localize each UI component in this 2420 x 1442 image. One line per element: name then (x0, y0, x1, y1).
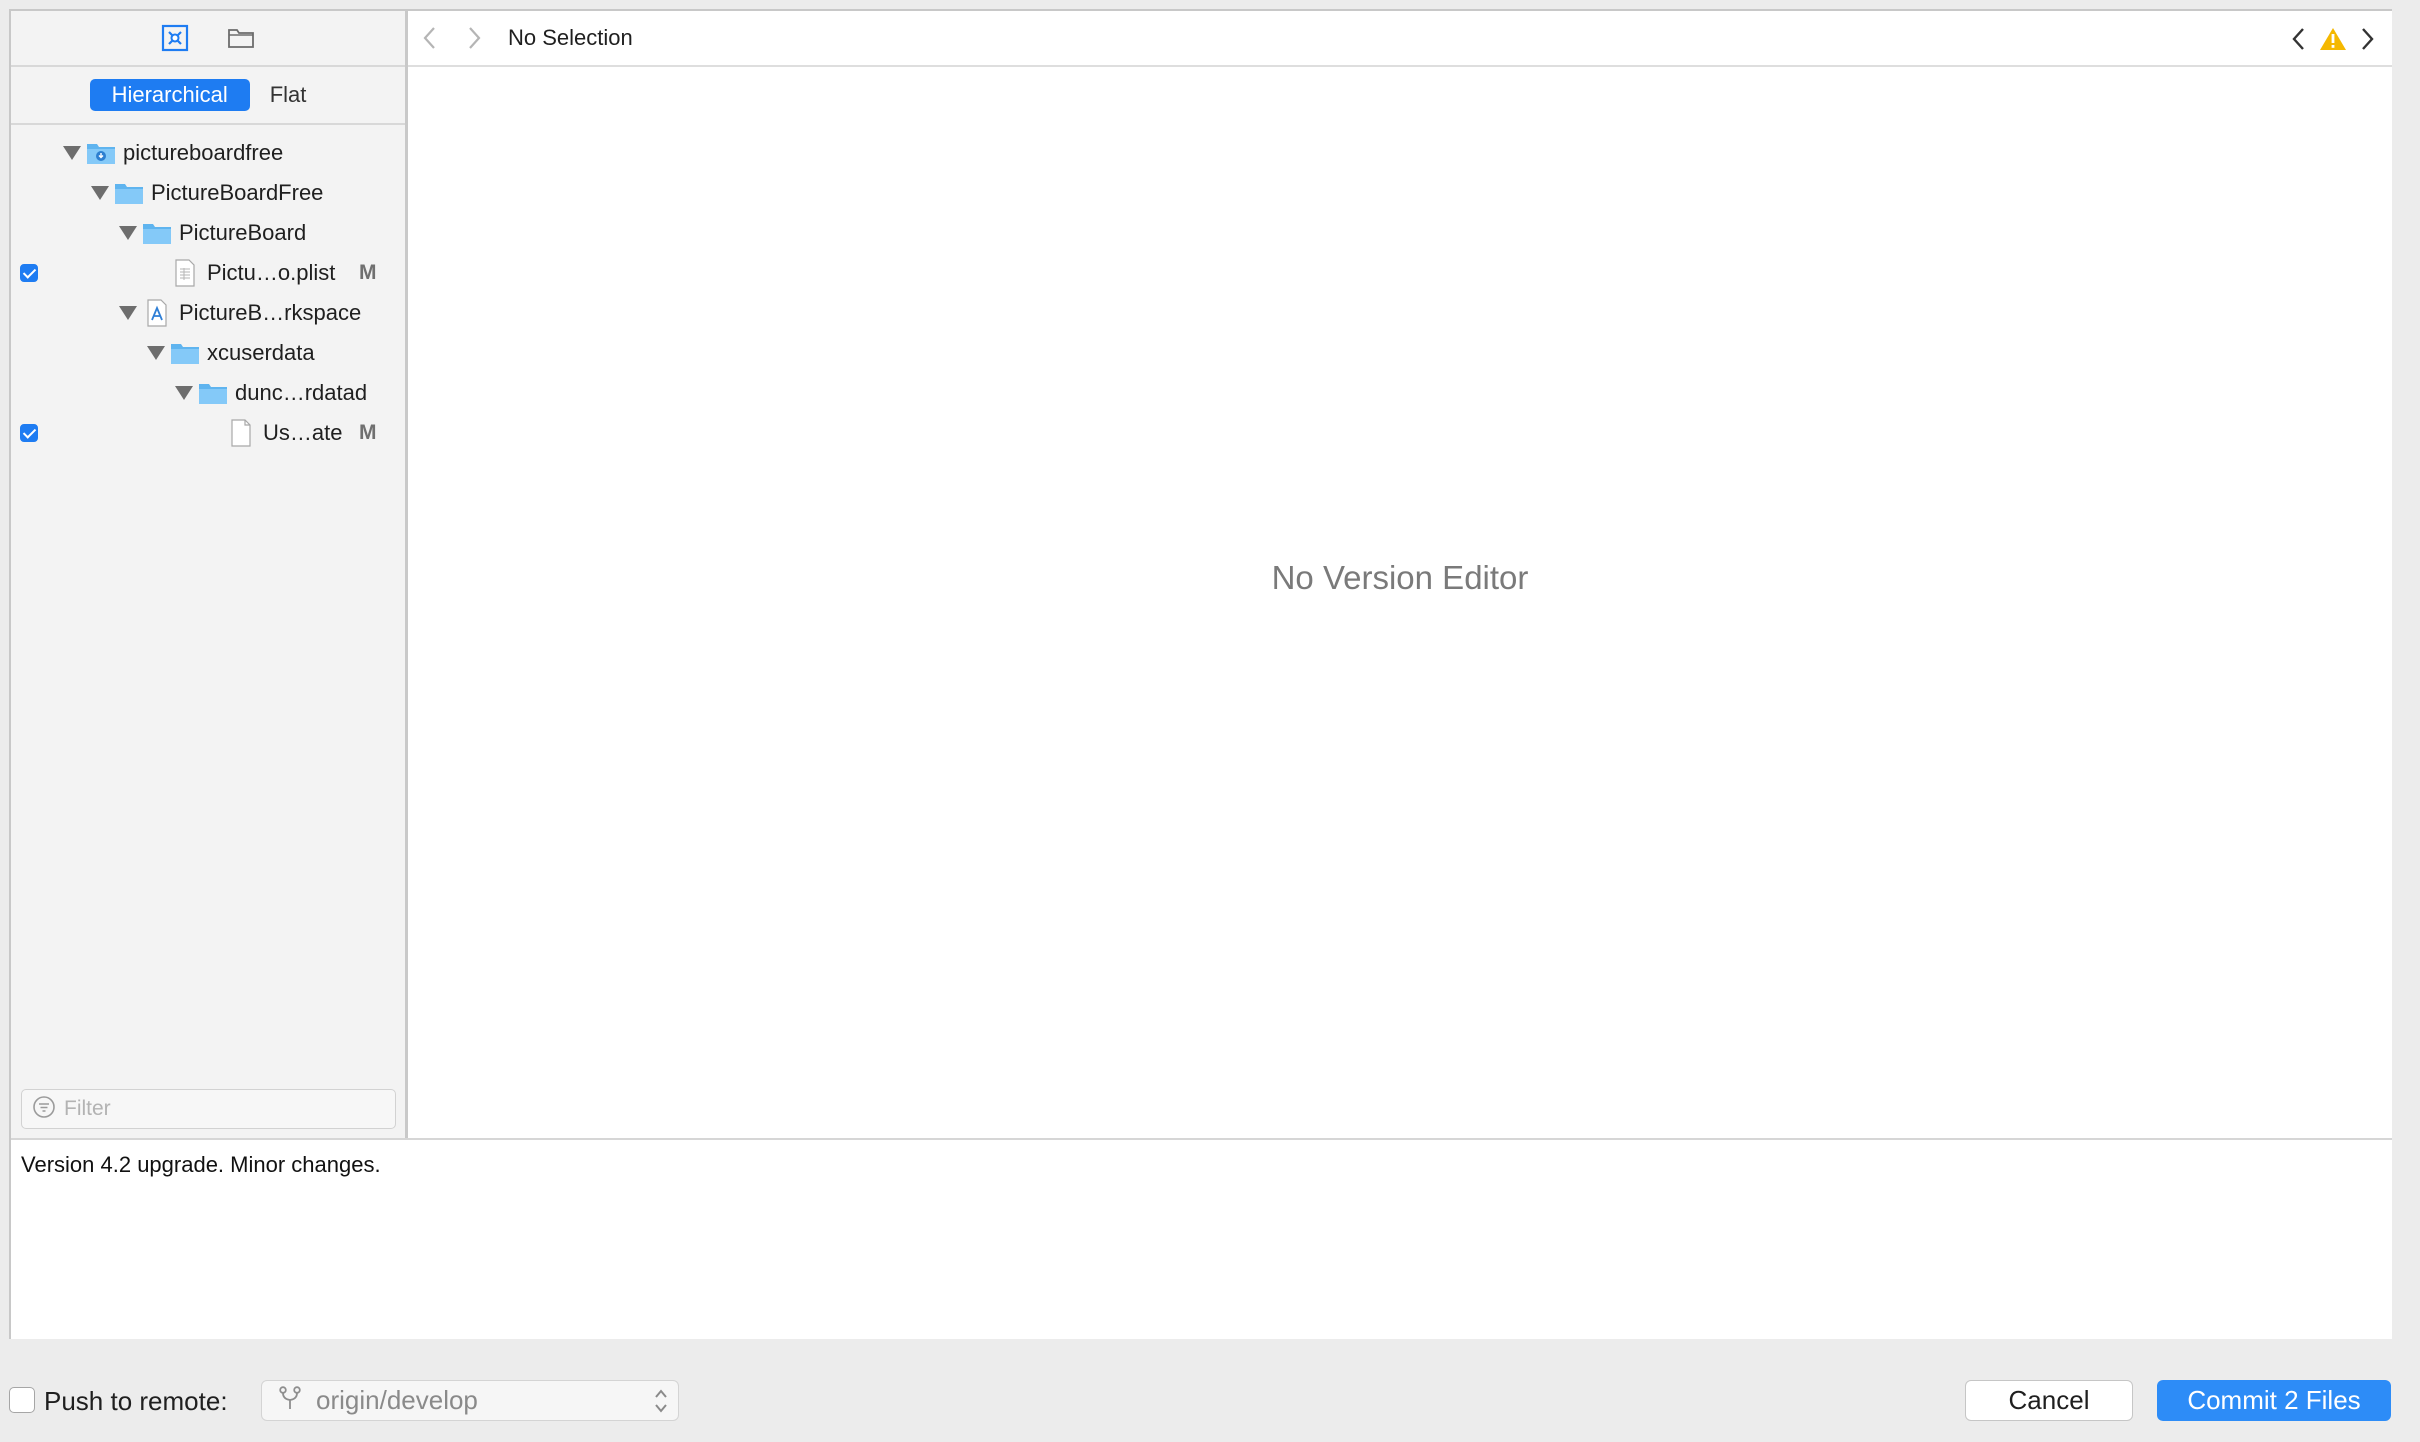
popup-chevrons-icon (652, 1386, 670, 1421)
project-folder-icon (85, 139, 117, 167)
modified-badge: M (359, 421, 377, 444)
tree-item-label: PictureB…rkspace (179, 300, 362, 325)
commit-actions-bar: Push to remote: origin/develop Cancel Co… (0, 1339, 2420, 1442)
branch-name: origin/develop (316, 1385, 478, 1415)
tree-row-4[interactable]: PictureB…rkspace (11, 293, 405, 333)
filter-field[interactable] (21, 1089, 396, 1129)
tree-row-6[interactable]: dunc…rdatad (11, 373, 405, 413)
tree-item-label: PictureBoardFree (151, 180, 324, 205)
include-file-checkbox[interactable] (20, 424, 38, 442)
version-editor-pane: No Selection No Version Editor (408, 11, 2392, 1138)
file-tree: pictureboardfree PictureBoardFree PictureB… (11, 125, 405, 453)
commit-sheet: Hierarchical Flat pictureboardfree Pictur… (9, 9, 2392, 1339)
file-navigator: Hierarchical Flat pictureboardfree Pictur… (11, 11, 408, 1138)
push-to-remote-label: Push to remote: (44, 1386, 228, 1416)
tree-item-label: xcuserdata (207, 340, 315, 365)
view-mode-row: Hierarchical Flat (11, 67, 405, 125)
disclosure-triangle-icon[interactable] (115, 213, 141, 253)
tree-row-2[interactable]: PictureBoard (11, 213, 405, 253)
tree-item-label: Us…ate (263, 420, 343, 445)
folder-icon (141, 219, 173, 247)
jump-bar: No Selection (408, 11, 2392, 67)
file-icon (225, 419, 257, 447)
issue-navigation (2284, 11, 2382, 67)
workspace-icon (141, 299, 173, 327)
commit-button[interactable]: Commit 2 Files (2157, 1380, 2391, 1421)
hierarchical-segment[interactable]: Hierarchical (89, 79, 250, 111)
tree-item-label: PictureBoard (179, 220, 307, 245)
cancel-button[interactable]: Cancel (1965, 1380, 2133, 1421)
forward-button[interactable] (452, 10, 496, 66)
filter-icon (32, 1095, 56, 1124)
modified-badge: M (359, 261, 377, 284)
jump-bar-title: No Selection (508, 25, 633, 50)
remote-branch-popup[interactable]: origin/develop (261, 1380, 679, 1421)
tree-row-0[interactable]: pictureboardfree (11, 133, 405, 173)
commit-message-text[interactable]: Version 4.2 upgrade. Minor changes. (11, 1138, 2392, 1339)
disclosure-triangle-icon[interactable] (115, 293, 141, 333)
tree-item-label: Pictu…o.plist (207, 260, 336, 285)
tree-row-3[interactable]: Pictu…o.plist M (11, 253, 405, 293)
view-mode-control: Hierarchical Flat (89, 79, 327, 111)
branch-icon (276, 1384, 304, 1417)
plist-file-icon (169, 259, 201, 287)
folder-icon (113, 179, 145, 207)
tree-row-5[interactable]: xcuserdata (11, 333, 405, 373)
back-button[interactable] (408, 10, 452, 66)
flat-segment[interactable]: Flat (250, 79, 327, 111)
previous-issue-button[interactable] (2284, 11, 2314, 67)
next-issue-button[interactable] (2352, 11, 2382, 67)
include-file-checkbox[interactable] (20, 264, 38, 282)
tree-item-label: dunc…rdatad (235, 380, 368, 405)
folder-navigator-icon[interactable] (226, 23, 256, 53)
disclosure-triangle-icon[interactable] (87, 173, 113, 213)
warning-icon[interactable] (2318, 11, 2348, 67)
tree-row-1[interactable]: PictureBoardFree (11, 173, 405, 213)
no-version-editor-label: No Version Editor (1271, 559, 1529, 596)
disclosure-triangle-icon[interactable] (171, 373, 197, 413)
filter-input[interactable] (64, 1097, 364, 1121)
folder-icon (169, 339, 201, 367)
tree-row-7[interactable]: Us…ate M (11, 413, 405, 453)
tree-item-label: pictureboardfree (123, 140, 284, 165)
push-to-remote-checkbox[interactable] (9, 1387, 35, 1413)
disclosure-triangle-icon[interactable] (59, 133, 85, 173)
source-control-navigator-icon[interactable] (160, 23, 190, 53)
disclosure-triangle-icon[interactable] (143, 333, 169, 373)
navigator-selector-bar (11, 11, 405, 67)
folder-icon (197, 379, 229, 407)
